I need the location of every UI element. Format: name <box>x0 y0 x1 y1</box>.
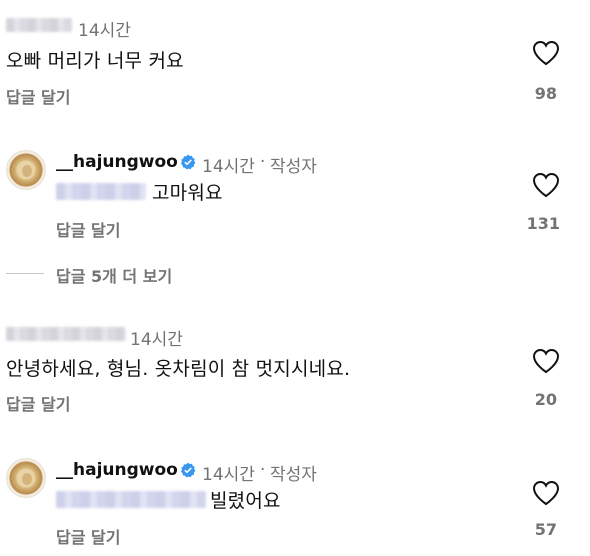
heart-icon[interactable] <box>532 40 560 66</box>
redacted-mention[interactable] <box>56 491 206 508</box>
like-count: 20 <box>534 390 557 409</box>
redacted-username <box>6 327 126 341</box>
reply-time: 14시간 <box>202 465 255 485</box>
redacted-username <box>6 18 72 32</box>
separator-dot: · <box>260 460 266 480</box>
view-replies-button[interactable]: 답글 5개 더 보기 <box>56 263 172 287</box>
separator-dot: · <box>260 152 266 172</box>
like-count: 98 <box>534 84 557 103</box>
comment-text: 안녕하세요, 형님. 옷차림이 참 멋지시네요. <box>6 358 351 380</box>
heart-icon[interactable] <box>532 480 560 506</box>
profile-avatar[interactable] <box>6 458 46 498</box>
reply-username[interactable]: __hajungwoo <box>56 152 178 172</box>
reply-button[interactable]: 답글 달기 <box>56 524 120 548</box>
profile-avatar[interactable] <box>6 150 46 190</box>
reply-time: 14시간 <box>202 157 255 177</box>
verified-badge-icon <box>180 154 196 170</box>
reply-text: 빌렸어요 <box>210 490 281 512</box>
reply-button[interactable]: 답글 달기 <box>6 84 70 108</box>
verified-badge-icon <box>180 462 196 478</box>
reply-button[interactable]: 답글 달기 <box>6 391 70 415</box>
chevron-icon <box>536 0 550 6</box>
comment-time: 14시간 <box>130 330 183 350</box>
heart-icon[interactable] <box>532 172 560 198</box>
reply-username[interactable]: __hajungwoo <box>56 460 178 480</box>
like-count: 57 <box>534 520 557 539</box>
reply-button[interactable]: 답글 달기 <box>56 217 120 241</box>
comment-text: 오빠 머리가 너무 커요 <box>6 50 184 72</box>
author-badge: 작성자 <box>270 465 317 485</box>
author-badge: 작성자 <box>270 157 317 177</box>
reply-text: 고마워요 <box>152 182 223 204</box>
heart-icon[interactable] <box>532 348 560 374</box>
like-count: 131 <box>526 214 560 233</box>
comment-time: 14시간 <box>78 21 131 41</box>
replies-divider <box>6 273 44 274</box>
redacted-mention[interactable] <box>56 183 146 200</box>
